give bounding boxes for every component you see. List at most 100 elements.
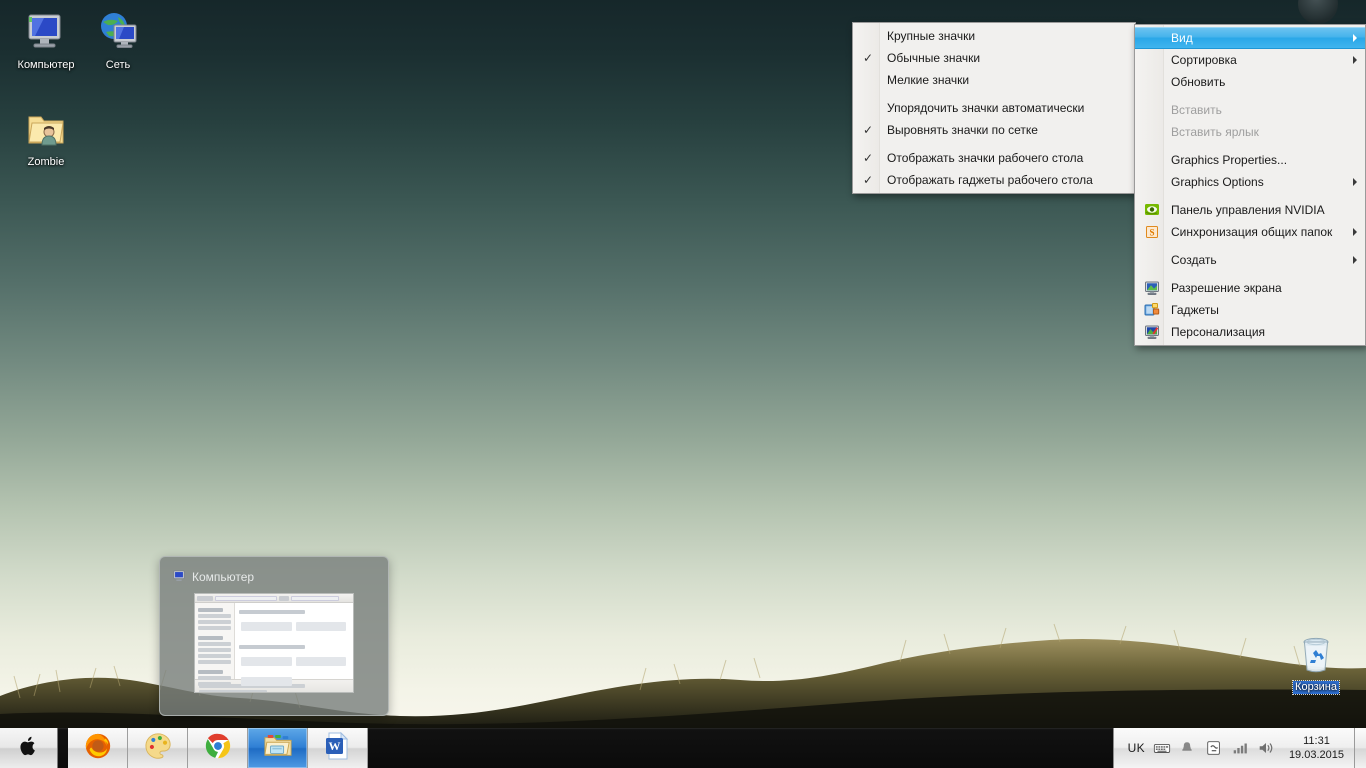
menu-item-label: Отображать гаджеты рабочего стола [887,173,1093,187]
taskbar-empty-area[interactable] [368,728,1113,768]
computer-small-icon [172,569,186,586]
menu-item-label: Мелкие значки [887,73,970,87]
menu-item-auto-arrange[interactable]: ✓ Упорядочить значки автоматически [853,97,1135,119]
chevron-right-icon [1353,34,1357,42]
view-submenu[interactable]: ✓ Крупные значки ✓ Обычные значки ✓ Мелк… [852,22,1136,194]
desktop-icon-zombie[interactable]: Zombie [8,105,84,169]
menu-item-screen-resolution[interactable]: Разрешение экрана [1135,277,1365,299]
menu-item-label: Упорядочить значки автоматически [887,101,1085,115]
taskbar-explorer[interactable] [248,728,308,768]
menu-item-small-icons[interactable]: ✓ Мелкие значки [853,69,1135,91]
word-icon: W [324,731,352,766]
menu-item-paste-shortcut: Вставить ярлык [1135,121,1365,143]
desktop-icon-label: Корзина [1292,680,1340,695]
menu-item-sync-shared-folders[interactable]: S Синхронизация общих папок [1135,221,1365,243]
menu-item-new[interactable]: Создать [1135,249,1365,271]
thumbnail-header: Компьютер [172,567,380,587]
apple-logo-icon [19,735,39,762]
thumbnail-addressbar [195,594,353,603]
chevron-right-icon [1353,228,1357,236]
sync-folders-icon: S [1144,224,1160,240]
svg-text:W: W [328,739,340,753]
menu-item-label: Graphics Options [1171,175,1264,189]
menu-item-label: Сортировка [1171,53,1237,67]
volume-icon[interactable] [1257,739,1275,757]
desktop[interactable]: Компьютер Сеть Zombie Корзина Компьютер … [0,0,1366,768]
menu-item-label: Выровнять значки по сетке [887,123,1038,137]
taskbar-firefox[interactable] [68,728,128,768]
menu-item-nvidia-control-panel[interactable]: Панель управления NVIDIA [1135,199,1365,221]
menu-item-graphics-properties[interactable]: Graphics Properties... [1135,149,1365,171]
recycle-bin-icon [1278,630,1354,678]
folder-user-icon [8,105,84,153]
taskbar-chrome[interactable] [188,728,248,768]
system-tray[interactable]: UK 11:31 19.03.2015 [1112,728,1354,768]
menu-item-label: Вставить ярлык [1171,125,1259,139]
taskbar[interactable]: W UK 11:31 19.03.2015 [0,728,1366,768]
taskbar-word[interactable]: W [308,728,368,768]
desktop-context-menu[interactable]: Вид Сортировка Обновить Вставить Вставит… [1134,24,1366,346]
screen-resolution-icon [1144,280,1160,296]
menu-item-label: Graphics Properties... [1171,153,1288,167]
desktop-icon-computer[interactable]: Компьютер [8,8,84,72]
menu-item-gadgets[interactable]: Гаджеты [1135,299,1365,321]
menu-item-large-icons[interactable]: ✓ Крупные значки [853,25,1135,47]
firefox-icon [83,731,113,766]
desktop-icon-network[interactable]: Сеть [80,8,156,72]
menu-item-show-desktop-gadgets[interactable]: ✓ Отображать гаджеты рабочего стола [853,169,1135,191]
menu-item-show-desktop-icons[interactable]: ✓ Отображать значки рабочего стола [853,147,1135,169]
action-center-icon[interactable] [1205,739,1223,757]
checkmark-icon: ✓ [863,173,874,187]
taskbar-clock[interactable]: 11:31 19.03.2015 [1283,734,1350,762]
menu-item-graphics-options[interactable]: Graphics Options [1135,171,1365,193]
show-desktop-button[interactable] [1354,728,1366,768]
thumbnail-navpane [195,603,235,686]
chevron-right-icon [1353,256,1357,264]
menu-item-label: Разрешение экрана [1171,281,1282,295]
svg-text:S: S [1149,228,1154,238]
chrome-icon [203,731,233,766]
menu-item-label: Крупные значки [887,29,976,43]
menu-item-label: Персонализация [1171,325,1266,339]
language-indicator[interactable]: UK [1128,741,1145,755]
desktop-icon-label: Сеть [105,59,131,71]
taskbar-task-buttons[interactable]: W [68,728,368,768]
explorer-icon [263,732,293,765]
menu-item-label: Обновить [1171,75,1226,89]
notification-bell-icon[interactable] [1179,739,1197,757]
gadgets-icon [1144,302,1160,318]
desktop-gadget-clock[interactable] [1298,0,1338,24]
thumbnail-contentpane [235,603,353,686]
checkmark-icon: ✓ [863,123,874,137]
start-button[interactable] [0,728,58,768]
taskbar-thumbnail-preview[interactable]: Компьютер [159,556,389,716]
menu-item-label: Синхронизация общих папок [1171,225,1333,239]
menu-item-sort-by[interactable]: Сортировка [1135,49,1365,71]
menu-item-label: Вставить [1171,103,1222,117]
keyboard-icon[interactable] [1153,739,1171,757]
menu-item-label: Гаджеты [1171,303,1219,317]
computer-icon [8,8,84,56]
menu-item-medium-icons[interactable]: ✓ Обычные значки [853,47,1135,69]
desktop-icon-label: Компьютер [17,59,75,71]
network-signal-icon[interactable] [1231,739,1249,757]
clock-date: 19.03.2015 [1288,749,1344,761]
desktop-icon-recycle-bin[interactable]: Корзина [1278,630,1354,695]
menu-item-label: Вид [1171,31,1193,45]
menu-item-paste: Вставить [1135,99,1365,121]
personalization-icon [1144,324,1160,340]
menu-item-label: Панель управления NVIDIA [1171,203,1325,217]
network-icon [80,8,156,56]
checkmark-icon: ✓ [863,151,874,165]
menu-item-align-to-grid[interactable]: ✓ Выровнять значки по сетке [853,119,1135,141]
menu-item-label: Отображать значки рабочего стола [887,151,1084,165]
clock-time: 11:31 [1303,735,1330,747]
taskbar-paint[interactable] [128,728,188,768]
menu-item-refresh[interactable]: Обновить [1135,71,1365,93]
menu-item-view[interactable]: Вид [1135,27,1365,49]
menu-item-label: Создать [1171,253,1217,267]
chevron-right-icon [1353,56,1357,64]
menu-item-personalization[interactable]: Персонализация [1135,321,1365,343]
desktop-icon-label: Zombie [27,156,65,168]
thumbnail-title: Компьютер [192,570,255,584]
